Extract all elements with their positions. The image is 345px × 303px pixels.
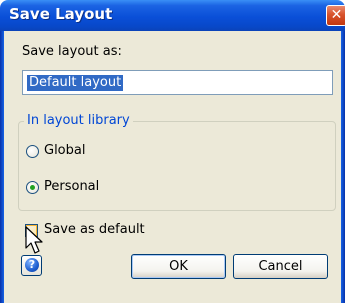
window-frame-right — [341, 31, 345, 303]
layout-name-input[interactable]: Default layout — [22, 70, 333, 95]
save-layout-dialog: Save Layout ✕ Save layout as: Default la… — [0, 0, 345, 303]
radio-global[interactable] — [26, 145, 39, 158]
radio-selected-dot — [30, 185, 35, 190]
window-title: Save Layout — [9, 5, 113, 23]
radio-personal-label[interactable]: Personal — [44, 179, 99, 194]
title-bar[interactable]: Save Layout ✕ — [0, 0, 345, 31]
save-layout-as-label: Save layout as: — [22, 44, 122, 59]
save-as-default-label[interactable]: Save as default — [44, 222, 145, 237]
help-icon: ? — [25, 258, 39, 272]
cancel-button[interactable]: Cancel — [233, 254, 328, 279]
ok-button[interactable]: OK — [131, 254, 226, 279]
radio-global-label[interactable]: Global — [44, 143, 85, 158]
close-button[interactable]: ✕ — [326, 5, 345, 26]
save-as-default-checkbox[interactable] — [25, 224, 38, 237]
layout-name-value: Default layout — [27, 75, 124, 91]
help-button[interactable]: ? — [21, 255, 42, 276]
radio-personal[interactable] — [26, 181, 39, 194]
close-icon: ✕ — [330, 7, 343, 23]
layout-library-legend: In layout library — [24, 113, 133, 128]
layout-library-group — [18, 121, 336, 211]
